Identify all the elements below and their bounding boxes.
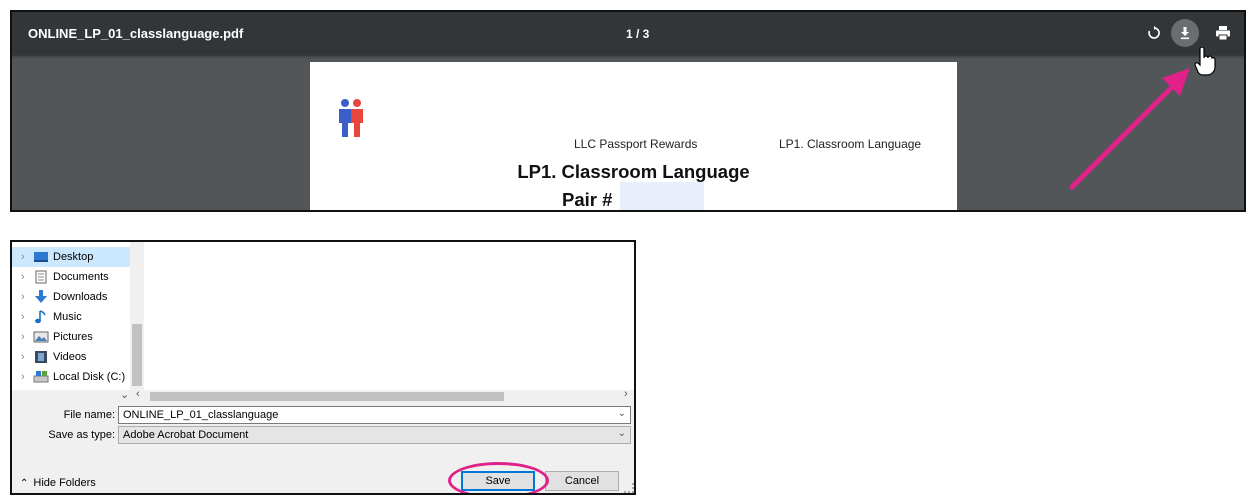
chevron-down-icon[interactable]: ⌄ bbox=[618, 408, 626, 419]
desktop-icon bbox=[33, 250, 49, 264]
scrollbar-thumb[interactable] bbox=[132, 324, 142, 386]
save-dialog: › Desktop › Documents › Downloads › Musi… bbox=[10, 240, 636, 495]
tree-scrollbar[interactable] bbox=[130, 242, 144, 390]
doc-title: LP1. Classroom Language bbox=[517, 161, 750, 182]
tree-item-pictures[interactable]: › Pictures bbox=[12, 327, 130, 347]
scroll-right-icon[interactable]: › bbox=[624, 388, 628, 400]
videos-icon bbox=[33, 350, 49, 364]
people-logo-icon bbox=[339, 99, 363, 137]
doc-header-center: LLC Passport Rewards bbox=[574, 137, 698, 151]
tree-label: Documents bbox=[53, 271, 109, 283]
pair-input-box[interactable] bbox=[620, 182, 704, 210]
chevron-right-icon[interactable]: › bbox=[21, 371, 33, 383]
scrollbar-thumb[interactable] bbox=[150, 392, 504, 401]
cancel-button[interactable]: Cancel bbox=[545, 471, 619, 491]
save-type-select[interactable]: Adobe Acrobat Document ⌄ bbox=[118, 426, 631, 444]
chevron-right-icon[interactable]: › bbox=[21, 271, 33, 283]
save-button[interactable]: Save bbox=[461, 471, 535, 491]
resize-grip[interactable] bbox=[624, 483, 634, 493]
print-icon[interactable] bbox=[1211, 21, 1235, 45]
downloads-icon bbox=[33, 290, 49, 304]
tree-item-videos[interactable]: › Videos bbox=[12, 347, 130, 367]
file-name-input[interactable]: ONLINE_LP_01_classlanguage ⌄ bbox=[118, 406, 631, 424]
tree-item-music[interactable]: › Music bbox=[12, 307, 130, 327]
tree-item-local-disk[interactable]: › Local Disk (C:) bbox=[12, 367, 130, 387]
save-type-value: Adobe Acrobat Document bbox=[123, 429, 249, 441]
documents-icon bbox=[33, 270, 49, 284]
viewer-toolbar: ONLINE_LP_01_classlanguage.pdf 1 / 3 bbox=[12, 12, 1244, 55]
annotation-arrow bbox=[1069, 68, 1190, 190]
tree-label: Desktop bbox=[53, 251, 94, 263]
doc-header-right: LP1. Classroom Language bbox=[779, 137, 922, 151]
scroll-left-icon[interactable]: ‹ bbox=[136, 388, 140, 400]
tree-item-downloads[interactable]: › Downloads bbox=[12, 287, 130, 307]
chevron-right-icon[interactable]: › bbox=[21, 251, 33, 263]
hand-cursor-icon bbox=[1194, 47, 1216, 76]
folder-tree: › Desktop › Documents › Downloads › Musi… bbox=[12, 242, 144, 390]
tree-label: Local Disk (C:) bbox=[53, 371, 126, 383]
chevron-right-icon[interactable]: › bbox=[21, 291, 33, 303]
tree-label: Pictures bbox=[53, 331, 93, 343]
tree-item-documents[interactable]: › Documents bbox=[12, 267, 130, 287]
rotate-icon[interactable] bbox=[1142, 21, 1166, 45]
hide-folders-label: Hide Folders bbox=[33, 477, 96, 489]
tree-item-desktop[interactable]: › Desktop bbox=[12, 247, 130, 267]
horizontal-scrollbar[interactable]: ⌄ ‹ › bbox=[12, 388, 634, 403]
chevron-right-icon[interactable]: › bbox=[21, 351, 33, 363]
download-icon[interactable] bbox=[1171, 19, 1199, 47]
save-type-label: Save as type: bbox=[48, 429, 115, 441]
tree-label: Videos bbox=[53, 351, 87, 363]
file-name-value: ONLINE_LP_01_classlanguage bbox=[123, 409, 279, 421]
pdf-viewer: ONLINE_LP_01_classlanguage.pdf 1 / 3 LLC… bbox=[10, 10, 1246, 212]
tree-label: Music bbox=[53, 311, 82, 323]
chevron-up-icon: ⌃ bbox=[20, 477, 29, 489]
music-icon bbox=[33, 310, 49, 324]
dialog-footer: File name: ONLINE_LP_01_classlanguage ⌄ … bbox=[12, 403, 634, 493]
chevron-down-icon[interactable]: ⌄ bbox=[120, 388, 129, 401]
chevron-down-icon[interactable]: ⌄ bbox=[618, 428, 626, 439]
page-indicator: 1 / 3 bbox=[626, 27, 650, 41]
chevron-right-icon[interactable]: › bbox=[21, 331, 33, 343]
pictures-icon bbox=[33, 330, 49, 344]
doc-pair-label: Pair # bbox=[562, 189, 613, 210]
file-name-label: File name: bbox=[63, 409, 115, 421]
tree-label: Downloads bbox=[53, 291, 108, 303]
pdf-page: LLC Passport Rewards LP1. Classroom Lang… bbox=[310, 62, 957, 210]
file-title: ONLINE_LP_01_classlanguage.pdf bbox=[28, 26, 244, 41]
hide-folders-button[interactable]: ⌃ Hide Folders bbox=[20, 477, 96, 489]
file-list[interactable] bbox=[144, 242, 634, 390]
local-disk-icon bbox=[33, 370, 49, 384]
chevron-right-icon[interactable]: › bbox=[21, 311, 33, 323]
